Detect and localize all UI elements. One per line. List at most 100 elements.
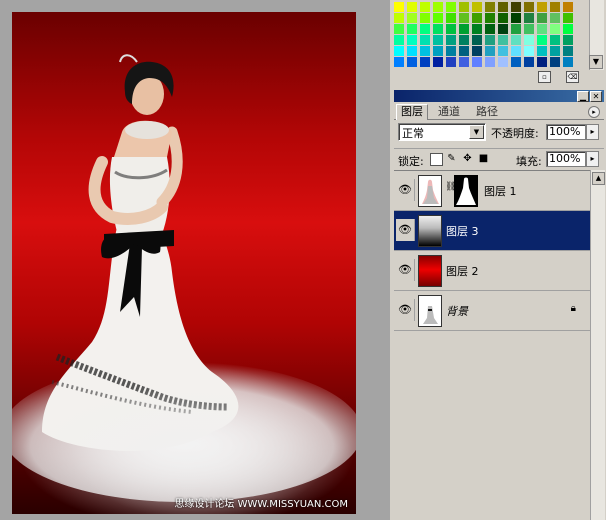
lock-transparency-icon[interactable]	[430, 153, 443, 166]
color-swatch[interactable]	[498, 46, 508, 56]
color-swatch[interactable]	[563, 46, 573, 56]
lock-image-brush-icon[interactable]: ✎	[446, 153, 457, 164]
color-swatch[interactable]	[472, 46, 482, 56]
color-swatch[interactable]	[472, 57, 482, 67]
color-swatch[interactable]	[511, 2, 521, 12]
color-swatch[interactable]	[472, 13, 482, 23]
layer-row-layer-1[interactable]: 👁 ⛓ 图层 1	[394, 171, 590, 211]
layer-name[interactable]: 图层 1	[484, 183, 517, 199]
color-swatch[interactable]	[420, 46, 430, 56]
color-swatch[interactable]	[524, 13, 534, 23]
color-swatch[interactable]	[498, 2, 508, 12]
color-swatch[interactable]	[420, 24, 430, 34]
color-swatch[interactable]	[511, 13, 521, 23]
color-swatch[interactable]	[485, 2, 495, 12]
layer-name[interactable]: 背景	[446, 303, 468, 319]
color-swatch[interactable]	[537, 2, 547, 12]
color-swatch[interactable]	[394, 46, 404, 56]
color-swatch[interactable]	[394, 13, 404, 23]
color-swatch[interactable]	[459, 35, 469, 45]
color-swatch[interactable]	[472, 2, 482, 12]
color-swatch[interactable]	[459, 24, 469, 34]
close-icon[interactable]: ✕	[590, 91, 602, 102]
color-swatch[interactable]	[446, 35, 456, 45]
color-swatch[interactable]	[485, 24, 495, 34]
color-swatch[interactable]	[472, 24, 482, 34]
color-swatch[interactable]	[472, 35, 482, 45]
tab-paths[interactable]: 路径	[472, 105, 502, 119]
scroll-up-button[interactable]: ▲	[592, 172, 605, 185]
color-swatch[interactable]	[485, 13, 495, 23]
color-swatch[interactable]	[498, 24, 508, 34]
layer-row-background[interactable]: 👁 背景 🔒︎	[394, 291, 590, 331]
color-swatch[interactable]	[394, 2, 404, 12]
scroll-down-button[interactable]: ▼	[589, 55, 603, 69]
fill-input[interactable]: 100%	[546, 151, 586, 167]
lock-position-move-icon[interactable]: ✥	[462, 153, 473, 164]
panel-menu-icon[interactable]: ▸	[588, 106, 600, 118]
color-swatch[interactable]	[433, 46, 443, 56]
color-swatch[interactable]	[537, 46, 547, 56]
color-swatch[interactable]	[407, 35, 417, 45]
layer-thumbnail[interactable]	[418, 255, 442, 287]
layer-row-layer-2[interactable]: 👁 图层 2	[394, 251, 590, 291]
color-swatch[interactable]	[394, 24, 404, 34]
color-swatch[interactable]	[420, 2, 430, 12]
color-swatch[interactable]	[511, 46, 521, 56]
new-swatch-icon[interactable]: ▫	[538, 71, 551, 83]
eye-icon[interactable]: 👁	[396, 179, 415, 201]
layer-name[interactable]: 图层 2	[446, 263, 479, 279]
color-swatch[interactable]	[563, 24, 573, 34]
color-swatch[interactable]	[550, 24, 560, 34]
color-swatch[interactable]	[537, 35, 547, 45]
color-swatch[interactable]	[511, 57, 521, 67]
fill-slider-button[interactable]: ▸	[586, 151, 599, 167]
color-swatch[interactable]	[524, 35, 534, 45]
color-swatch[interactable]	[524, 2, 534, 12]
layer-thumbnail[interactable]	[418, 295, 442, 327]
color-swatch[interactable]	[485, 46, 495, 56]
color-swatch[interactable]	[550, 13, 560, 23]
layer-mask-thumbnail[interactable]	[454, 175, 478, 207]
color-swatch[interactable]	[433, 57, 443, 67]
color-swatch[interactable]	[446, 2, 456, 12]
lock-all-icon[interactable]: ■	[478, 153, 489, 164]
color-swatch[interactable]	[498, 57, 508, 67]
color-swatch[interactable]	[550, 2, 560, 12]
color-swatch[interactable]	[563, 13, 573, 23]
swatch-grid[interactable]	[394, 0, 580, 70]
color-swatch[interactable]	[446, 24, 456, 34]
color-swatch[interactable]	[550, 57, 560, 67]
color-swatch[interactable]	[407, 24, 417, 34]
color-swatch[interactable]	[433, 35, 443, 45]
color-swatch[interactable]	[420, 35, 430, 45]
color-swatch[interactable]	[498, 13, 508, 23]
layers-panel-titlebar[interactable]: ▁ ✕	[394, 90, 604, 102]
eye-icon[interactable]: 👁	[396, 299, 415, 321]
chevron-down-icon[interactable]: ▼	[469, 125, 484, 139]
tab-channels[interactable]: 通道	[434, 105, 464, 119]
color-swatch[interactable]	[407, 57, 417, 67]
color-swatch[interactable]	[407, 2, 417, 12]
color-swatch[interactable]	[511, 35, 521, 45]
color-swatch[interactable]	[537, 13, 547, 23]
color-swatch[interactable]	[433, 13, 443, 23]
eye-icon[interactable]: 👁	[396, 219, 415, 241]
color-swatch[interactable]	[550, 46, 560, 56]
color-swatch[interactable]	[433, 24, 443, 34]
opacity-input[interactable]: 100%	[546, 124, 586, 140]
color-swatch[interactable]	[407, 46, 417, 56]
layer-name[interactable]: 图层 3	[446, 223, 479, 239]
color-swatch[interactable]	[420, 13, 430, 23]
color-swatch[interactable]	[459, 57, 469, 67]
color-swatch[interactable]	[485, 57, 495, 67]
color-swatch[interactable]	[407, 13, 417, 23]
color-swatch[interactable]	[524, 57, 534, 67]
layer-thumbnail[interactable]	[418, 175, 442, 207]
color-swatch[interactable]	[394, 35, 404, 45]
color-swatch[interactable]	[394, 57, 404, 67]
color-swatch[interactable]	[524, 46, 534, 56]
tab-layers[interactable]: 图层	[396, 104, 428, 120]
color-swatch[interactable]	[433, 2, 443, 12]
layers-scrollbar[interactable]: ▲	[590, 170, 605, 520]
